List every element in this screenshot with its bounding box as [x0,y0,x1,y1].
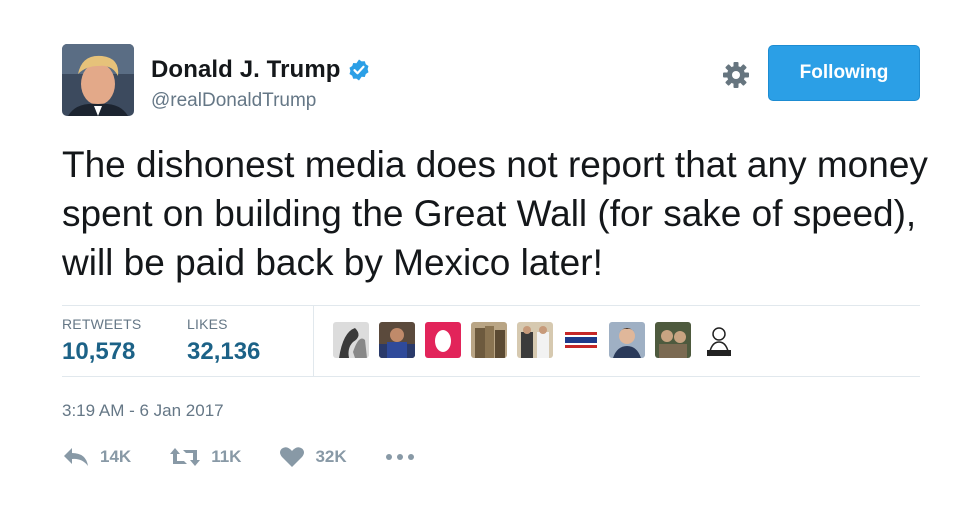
retweet-icon [170,448,201,466]
liker-avatar-6[interactable] [563,322,599,358]
verified-badge-icon [349,59,369,81]
author-handle[interactable]: @realDonaldTrump [151,90,316,112]
reply-count: 14K [100,447,132,466]
retweet-count: 11K [211,447,242,466]
tweet-actions: 14K 11K 32K [62,446,463,468]
more-button[interactable] [385,452,425,462]
liker-avatar-5[interactable] [517,322,553,358]
heart-icon [280,447,305,467]
gear-icon[interactable] [721,60,751,90]
stats-separator [313,305,314,377]
likes-value: 32,136 [187,338,261,365]
liker-avatar-2[interactable] [379,322,415,358]
liker-avatar-8[interactable] [655,322,691,358]
tweet-timestamp[interactable]: 3:19 AM - 6 Jan 2017 [62,401,224,421]
retweet-button[interactable]: 11K [169,446,241,468]
tweet-card: Donald J. Trump @realDonaldTrump Followi… [0,0,980,525]
like-button[interactable]: 32K [279,446,347,468]
retweets-stat[interactable]: RETWEETS 10,578 [62,316,141,366]
author-avatar[interactable] [62,44,134,116]
like-count: 32K [315,447,347,466]
retweets-value: 10,578 [62,338,136,365]
likes-stat[interactable]: LIKES 32,136 [187,316,260,366]
liker-avatar-4[interactable] [471,322,507,358]
more-dots-icon [385,454,414,460]
author-name[interactable]: Donald J. Trump [151,56,341,84]
likes-label: LIKES [187,316,228,332]
following-button[interactable]: Following [768,45,920,101]
liker-avatar-9[interactable] [701,322,737,358]
liker-avatar-7[interactable] [609,322,645,358]
reply-button[interactable]: 14K [62,446,131,468]
liker-avatars [333,322,737,358]
retweets-label: RETWEETS [62,316,142,332]
liker-avatar-3[interactable] [425,322,461,358]
tweet-text: The dishonest media does not report that… [62,144,928,283]
reply-icon [64,448,88,466]
stats-bottom-divider [62,376,920,377]
stats-top-divider [62,305,920,306]
liker-avatar-1[interactable] [333,322,369,358]
